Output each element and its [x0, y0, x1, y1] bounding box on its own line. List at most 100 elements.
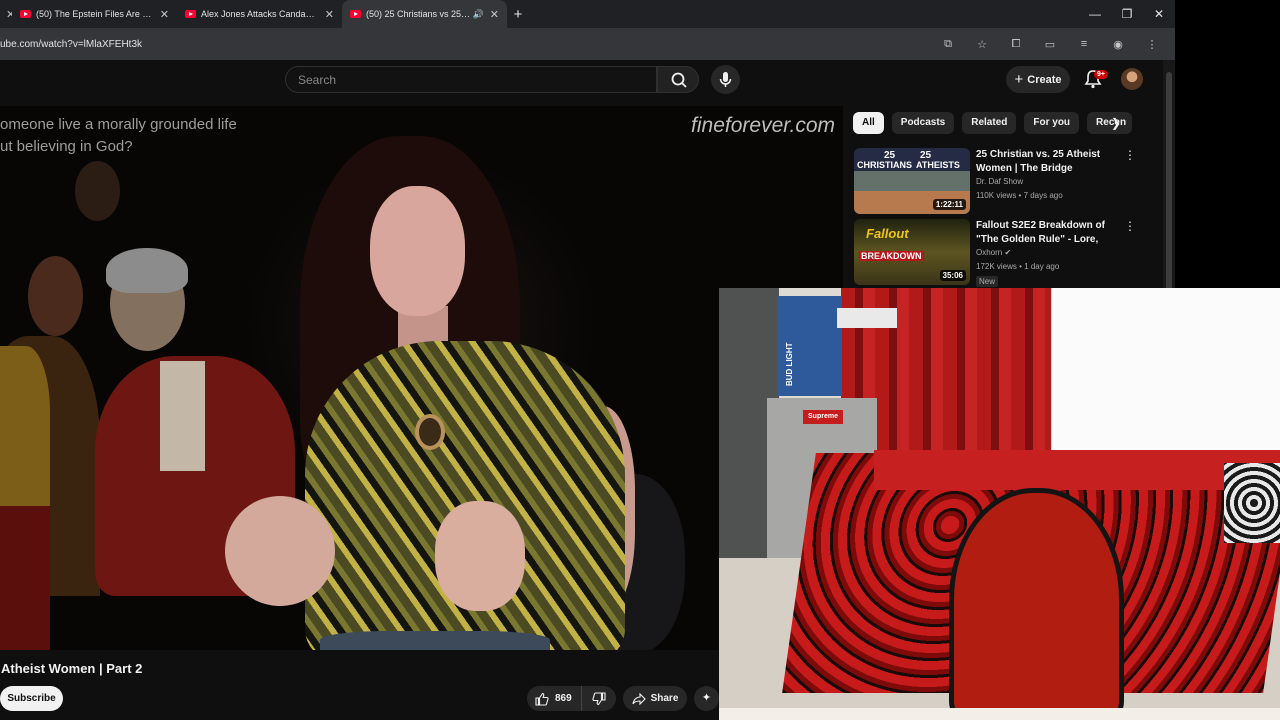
- speaker-jeans: [320, 631, 550, 650]
- channel-name[interactable]: Dr. Daf Show: [976, 177, 1023, 186]
- webcam-bed-top: [874, 450, 1280, 490]
- notification-badge: 9+: [1094, 70, 1108, 79]
- extensions-icon[interactable]: ⧠: [999, 38, 1033, 51]
- share-button[interactable]: Share: [623, 686, 687, 711]
- restore-button[interactable]: ❐: [1111, 0, 1143, 28]
- thumb-text: ATHEISTS: [916, 160, 960, 170]
- audience-member-head: [28, 256, 83, 336]
- recommendation-title[interactable]: 25 Christian vs. 25 Atheist Women | The …: [976, 148, 1122, 176]
- like-button[interactable]: 869: [527, 686, 582, 711]
- more-options-icon[interactable]: ⋮: [1124, 219, 1136, 233]
- webcam-box-label: [837, 308, 897, 328]
- view-count: 172K views • 1 day ago: [976, 262, 1060, 271]
- audience-shirt: [160, 361, 205, 471]
- thumb-text: Fallout: [866, 226, 909, 241]
- youtube-icon: [350, 10, 361, 18]
- chip-all[interactable]: All: [853, 112, 884, 134]
- scrollbar-thumb[interactable]: [1166, 72, 1172, 292]
- screen: ✕ (50) The Epstein Files Are Way Worse ✕…: [0, 0, 1280, 720]
- video-watermark: fineforever.com: [691, 114, 835, 137]
- tab-strip: ✕ (50) The Epstein Files Are Way Worse ✕…: [0, 0, 1175, 28]
- tab-alex-jones[interactable]: Alex Jones Attacks Candace Owens ✕: [177, 0, 342, 28]
- video-title: Atheist Women | Part 2: [1, 661, 143, 676]
- new-tab-button[interactable]: +: [507, 6, 529, 23]
- webcam-window-light: [1052, 288, 1280, 456]
- desktop-edge: [1175, 0, 1280, 290]
- audience-member: [75, 161, 120, 221]
- video-caption-text: omeone live a morally grounded life ut b…: [0, 116, 237, 155]
- duration-badge: 1:22:11: [932, 199, 966, 210]
- toolbar-icons: ⧉ ☆ ⧠ ▭ ≡ ◉ ⋮: [931, 28, 1169, 60]
- webcam-sticker-text: Supreme: [808, 413, 838, 420]
- youtube-icon: [185, 10, 196, 18]
- dislike-button[interactable]: [582, 686, 616, 711]
- webcam-bottom-edge: [719, 708, 1280, 720]
- create-button[interactable]: + Create: [1006, 66, 1070, 93]
- video-player[interactable]: omeone live a morally grounded life ut b…: [0, 106, 843, 650]
- webcam-sticker: Supreme: [803, 410, 843, 424]
- chevron-right-icon[interactable]: ❯: [1106, 113, 1126, 133]
- audience-member: [0, 506, 50, 650]
- view-count: 110K views • 7 days ago: [976, 191, 1063, 200]
- channel-name-text: Oxhorn: [976, 248, 1003, 257]
- share-icon: [632, 692, 646, 705]
- install-icon[interactable]: ⧉: [931, 38, 965, 51]
- chip-for-you[interactable]: For you: [1024, 112, 1080, 134]
- webcam-box-text: BUD LIGHT: [785, 342, 794, 386]
- recommendation-title[interactable]: Fallout S2E2 Breakdown of "The Golden Ru…: [976, 219, 1122, 247]
- recommendation-item[interactable]: 25 25 CHRISTIANS ATHEISTS 1:22:11 25 Chr…: [854, 148, 1154, 214]
- tab-epstein[interactable]: (50) The Epstein Files Are Way Worse ✕: [12, 0, 177, 28]
- scrollbar[interactable]: [1163, 60, 1175, 292]
- voice-search-button[interactable]: [711, 65, 740, 94]
- avatar[interactable]: [1121, 68, 1143, 90]
- chip-podcasts[interactable]: Podcasts: [891, 112, 955, 134]
- ask-sparkle-icon[interactable]: ✦: [694, 686, 719, 711]
- webcam-overlay: BUD LIGHT Supreme: [719, 288, 1280, 720]
- search-input[interactable]: Search: [285, 66, 657, 93]
- close-icon[interactable]: ✕: [325, 8, 334, 21]
- speaker-hand-right: [435, 501, 525, 611]
- split-view-icon[interactable]: ▭: [1033, 38, 1067, 51]
- close-icon[interactable]: ✕: [490, 8, 499, 21]
- video-thumbnail[interactable]: 25 25 CHRISTIANS ATHEISTS 1:22:11: [854, 148, 970, 214]
- close-window-button[interactable]: ✕: [1143, 0, 1175, 28]
- search-button[interactable]: [657, 66, 699, 93]
- like-dislike-group: 869: [527, 686, 616, 711]
- more-options-icon[interactable]: ⋮: [1124, 148, 1136, 162]
- tab-title: (50) The Epstein Files Are Way Worse: [36, 9, 154, 19]
- channel-name[interactable]: Oxhorn ✔: [976, 248, 1011, 257]
- address-bar: ube.com/watch?v=lMlaXFEHt3k ⧉ ☆ ⧠ ▭ ≡ ◉ …: [0, 28, 1175, 60]
- new-badge: New: [976, 276, 999, 287]
- window-controls: — ❐ ✕: [1079, 0, 1175, 28]
- subscribe-button[interactable]: Subscribe: [0, 686, 63, 711]
- thumbs-down-icon: [592, 691, 606, 705]
- search-icon: [671, 72, 687, 88]
- webcam-beer-box: BUD LIGHT: [777, 296, 897, 396]
- webcam-pillow: [1224, 463, 1280, 543]
- thumb-text: BREAKDOWN: [859, 251, 924, 261]
- microphone-icon: [719, 72, 732, 87]
- share-label: Share: [650, 693, 679, 704]
- thumbs-up-icon: [535, 692, 549, 706]
- duration-badge: 35:06: [939, 270, 966, 281]
- media-controls-icon[interactable]: ≡: [1067, 38, 1101, 50]
- tab-christians-vs-atheists[interactable]: (50) 25 Christians vs 25 Atheists 🔊 ✕: [342, 0, 507, 28]
- speaker-icon[interactable]: 🔊: [473, 9, 484, 20]
- thumb-text: CHRISTIANS: [857, 160, 913, 170]
- speaker-face: [370, 186, 465, 316]
- tab-title: Alex Jones Attacks Candace Owens: [201, 9, 319, 19]
- tab-partial[interactable]: ✕: [0, 0, 12, 28]
- chip-related[interactable]: Related: [962, 112, 1017, 134]
- recommendation-item[interactable]: Fallout BREAKDOWN 35:06 Fallout S2E2 Bre…: [854, 219, 1154, 287]
- speaker-pendant: [415, 414, 445, 450]
- bookmark-star-icon[interactable]: ☆: [965, 38, 999, 51]
- profile-icon[interactable]: ◉: [1101, 38, 1135, 51]
- plus-icon: +: [1014, 71, 1024, 88]
- menu-icon[interactable]: ⋮: [1135, 38, 1169, 51]
- video-thumbnail[interactable]: Fallout BREAKDOWN 35:06: [854, 219, 970, 285]
- youtube-header: Search + Create 9+: [0, 60, 1175, 106]
- close-icon[interactable]: ✕: [160, 8, 169, 21]
- minimize-button[interactable]: —: [1079, 0, 1111, 28]
- tab-title: (50) 25 Christians vs 25 Atheists: [366, 9, 471, 19]
- url-field[interactable]: ube.com/watch?v=lMlaXFEHt3k: [0, 39, 142, 50]
